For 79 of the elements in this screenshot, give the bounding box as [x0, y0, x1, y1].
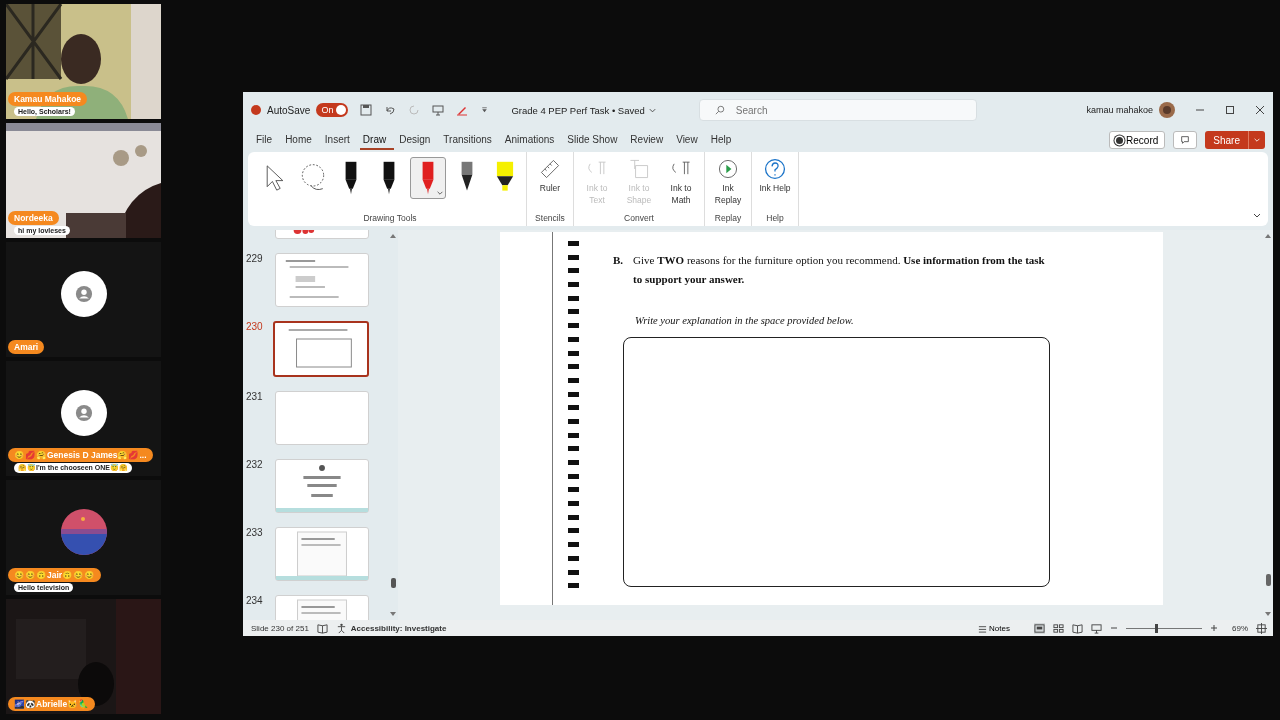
participant-name: Nordeeka [8, 211, 59, 225]
scrollbar-thumb[interactable] [1265, 574, 1271, 586]
user-name: kamau mahakoe [1086, 105, 1153, 115]
slide-number: 230 [246, 321, 264, 332]
participant-name: Amari [8, 340, 45, 354]
scrollbar-thumb[interactable] [390, 578, 396, 588]
group-label: Stencils [535, 213, 565, 225]
ribbon-tab[interactable]: File [253, 130, 281, 150]
slide-number: 231 [246, 391, 264, 402]
scroll-down-icon[interactable] [389, 610, 397, 618]
notes-button[interactable]: Notes [972, 622, 1016, 634]
slide-number: 232 [246, 459, 264, 470]
ink-shape-icon [627, 157, 651, 181]
replay-button[interactable]: Ink Replay [709, 157, 747, 207]
ink-math-button[interactable]: Ink to Math [662, 157, 700, 207]
ribbon-tab[interactable]: Design [396, 130, 439, 150]
document-title[interactable]: Grade 4 PEP Perf Task • Saved [511, 104, 645, 116]
comments-button[interactable] [1173, 131, 1198, 149]
replay-icon [716, 157, 740, 181]
close-icon[interactable] [1255, 105, 1265, 115]
caret-icon [1253, 136, 1261, 144]
accessibility-icon[interactable] [335, 622, 347, 634]
save-icon[interactable] [360, 104, 373, 116]
slide-counter: Slide 230 of 251 [251, 623, 309, 633]
participant-name: 😊😊🙃Jair🙃😊😊 [8, 568, 102, 582]
zoom-in-icon[interactable] [1210, 624, 1218, 632]
search-icon [714, 105, 725, 115]
ribbon-tab[interactable]: Transitions [440, 130, 500, 150]
help-icon [763, 157, 787, 181]
autosave-toggle[interactable]: On [316, 103, 349, 117]
book-icon[interactable] [316, 622, 328, 634]
group-label: Help [766, 213, 784, 225]
slide-thumbnail[interactable] [273, 321, 369, 377]
normal-view-icon[interactable] [1034, 622, 1045, 634]
question-marker: B. [613, 253, 624, 268]
slide-number: 234 [246, 595, 264, 606]
undo-icon[interactable] [384, 104, 397, 116]
group-label: Convert [624, 213, 654, 225]
ribbon-tab[interactable]: Review [627, 130, 672, 150]
present-icon[interactable] [432, 104, 445, 116]
ribbon-tab[interactable]: Insert [321, 130, 358, 150]
grid-view-icon[interactable] [1053, 622, 1064, 634]
group-label: Drawing Tools [363, 213, 417, 225]
fit-to-window-icon[interactable] [1256, 622, 1267, 634]
scroll-up-icon[interactable] [389, 232, 397, 240]
question-text: Give TWO reasons for the furniture option you recommend. Use information from the task to support your answer. [633, 253, 1046, 287]
participant-name: Kamau Mahakoe [8, 92, 88, 106]
ribbon-tab[interactable]: Animations [501, 130, 563, 150]
instruction-text: Write your explanation in the space provided below. [635, 315, 855, 326]
share-button[interactable]: Share [1205, 131, 1248, 149]
group-label: Replay [714, 213, 742, 225]
help-button[interactable]: Ink Help [756, 157, 794, 195]
slide-number: 233 [246, 527, 264, 538]
app-logo-icon [251, 105, 261, 115]
restore-icon[interactable] [1225, 105, 1235, 115]
caret-icon [436, 189, 444, 197]
notes-icon [978, 623, 988, 633]
slideshow-icon[interactable] [1091, 622, 1102, 634]
ribbon-tab[interactable]: Help [707, 130, 740, 150]
ruler-icon [538, 157, 562, 181]
ribbon-tab[interactable]: Slide Show [564, 130, 626, 150]
participant-name: 😊💋🤗Genesis D James🤗💋... [8, 448, 153, 462]
autosave-label: AutoSave [267, 104, 311, 116]
scroll-up-icon[interactable] [1264, 232, 1272, 240]
record-button[interactable]: Record [1109, 131, 1166, 149]
slide-number: 229 [246, 253, 264, 264]
search-field[interactable]: Search [698, 99, 977, 121]
reading-view-icon[interactable] [1072, 622, 1083, 634]
comment-icon [1180, 135, 1191, 145]
zoom-percent[interactable]: 69% [1232, 623, 1248, 633]
ribbon-tab[interactable]: Home [282, 130, 320, 150]
zoom-out-icon[interactable] [1110, 624, 1118, 632]
scroll-down-icon[interactable] [1264, 610, 1272, 618]
pen-icon[interactable] [456, 104, 469, 116]
ruler-button[interactable]: Ruler [531, 157, 569, 195]
accessibility-status[interactable]: Accessibility: Investigate [350, 623, 447, 633]
ribbon-tab[interactable]: Draw [359, 130, 395, 150]
ribbon-tab[interactable]: View [673, 130, 706, 150]
participant-name: 🌌🐼Abrielle🐱🦜 [8, 697, 96, 711]
